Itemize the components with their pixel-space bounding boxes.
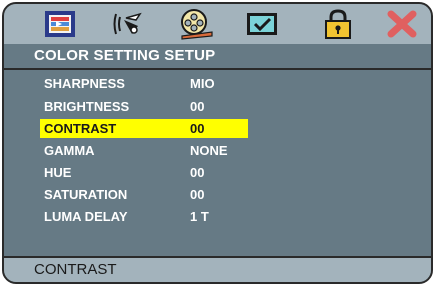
menu-item-saturation[interactable]: SATURATION 00 <box>40 185 290 204</box>
picture-settings-icon[interactable] <box>42 8 78 40</box>
osd-window: COLOR SETTING SETUP SHARPNESS MIO BRIGHT… <box>2 2 433 284</box>
status-bar: CONTRAST <box>4 256 431 282</box>
menu-item-label: LUMA DELAY <box>44 209 128 224</box>
menu-item-contrast[interactable]: CONTRAST 00 <box>40 119 290 138</box>
menu-item-value: 00 <box>190 121 205 136</box>
menu-item-label: SHARPNESS <box>44 76 125 91</box>
settings-menu: SHARPNESS MIO BRIGHTNESS 00 CONTRAST 00 … <box>4 70 431 258</box>
menu-item-value: 00 <box>190 187 205 202</box>
menu-item-value: NONE <box>190 143 228 158</box>
menu-item-value: 00 <box>190 99 205 114</box>
section-title: COLOR SETTING SETUP <box>34 47 216 64</box>
status-text: CONTRAST <box>34 261 117 278</box>
video-setup-icon[interactable] <box>178 8 214 40</box>
menu-item-value: 1 T <box>190 209 209 224</box>
menu-item-gamma[interactable]: GAMMA NONE <box>40 141 290 160</box>
menu-item-sharpness[interactable]: SHARPNESS MIO <box>40 74 290 93</box>
menu-item-hue[interactable]: HUE 00 <box>40 163 290 182</box>
menu-item-label: HUE <box>44 165 72 180</box>
exit-icon[interactable] <box>384 8 420 40</box>
menu-item-label: SATURATION <box>44 187 128 202</box>
preferences-icon[interactable] <box>244 8 280 40</box>
menu-item-label: BRIGHTNESS <box>44 99 130 114</box>
password-lock-icon[interactable] <box>320 8 356 40</box>
menu-item-label: GAMMA <box>44 143 95 158</box>
menu-item-brightness[interactable]: BRIGHTNESS 00 <box>40 97 290 116</box>
audio-settings-icon[interactable] <box>110 8 146 40</box>
menu-item-luma-delay[interactable]: LUMA DELAY 1 T <box>40 207 290 226</box>
menu-item-value: 00 <box>190 165 205 180</box>
toolbar <box>4 4 431 46</box>
menu-item-label: CONTRAST <box>44 121 117 136</box>
menu-item-value: MIO <box>190 76 215 91</box>
section-header: COLOR SETTING SETUP <box>4 44 431 70</box>
